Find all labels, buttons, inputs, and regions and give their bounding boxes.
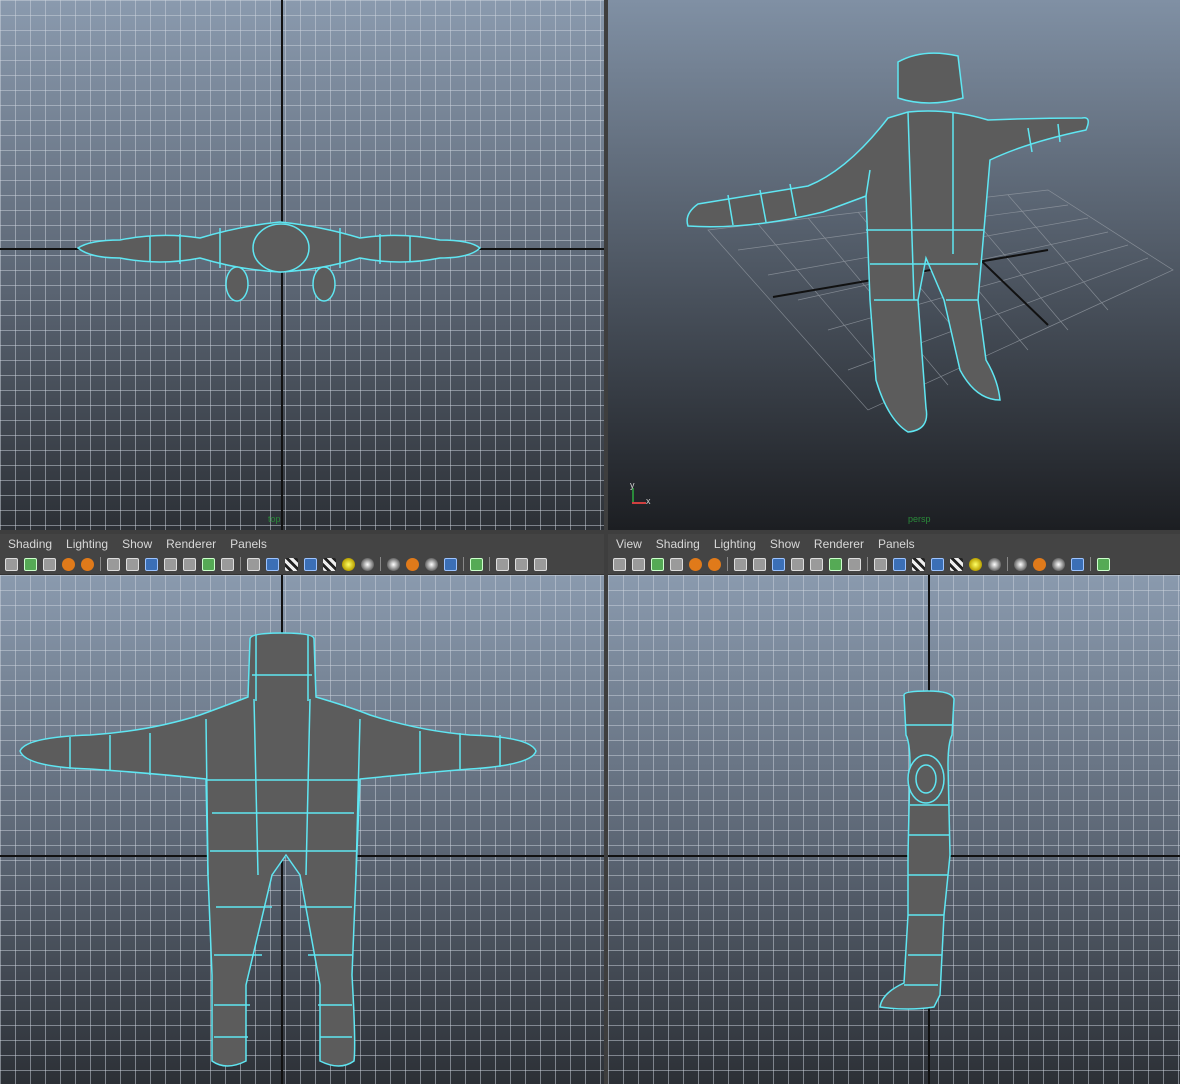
menu-lighting[interactable]: Lighting [66, 537, 108, 551]
viewport-top-panel[interactable]: top [0, 0, 604, 530]
ambient-occlusion-icon[interactable] [1052, 557, 1065, 571]
film-gate-icon[interactable] [515, 557, 528, 571]
cube-outline-icon[interactable] [304, 557, 317, 571]
camera-gate-icon[interactable] [496, 557, 509, 571]
side-view-viewport[interactable] [608, 575, 1180, 1084]
axis-x-label: x [646, 496, 651, 506]
axis-y-label: y [630, 480, 635, 490]
default-material-icon[interactable] [791, 557, 804, 571]
2d-pan-icon[interactable] [689, 557, 702, 571]
smooth-shade-icon[interactable] [145, 557, 158, 571]
grid-icon[interactable] [753, 557, 766, 571]
toolbar-separator [100, 557, 101, 571]
viewport-persp-panel[interactable]: y x persp [608, 0, 1180, 530]
menu-lighting[interactable]: Lighting [714, 537, 756, 551]
panel-divider-vertical[interactable] [604, 0, 608, 1084]
bookmark-icon[interactable] [651, 557, 664, 571]
panel-divider-horizontal[interactable] [0, 530, 1180, 534]
toolbar-separator [380, 557, 381, 571]
toolbar-separator [463, 557, 464, 571]
wire-on-shaded-icon[interactable] [912, 557, 925, 571]
menu-renderer[interactable]: Renderer [814, 537, 864, 551]
character-mesh-top[interactable] [0, 0, 604, 530]
wireframe-icon[interactable] [734, 557, 747, 571]
isolate-icon[interactable] [202, 557, 215, 571]
menu-renderer[interactable]: Renderer [166, 537, 216, 551]
panel-toolbar [608, 554, 1180, 575]
menu-show[interactable]: Show [122, 537, 152, 551]
xray-icon[interactable] [183, 557, 196, 571]
toolbar-separator [489, 557, 490, 571]
headlight-icon[interactable] [387, 557, 400, 571]
texture-icon[interactable] [221, 557, 234, 571]
camera-label: top [268, 514, 281, 524]
toolbar-separator [867, 557, 868, 571]
menu-view[interactable]: View [616, 537, 642, 551]
panel-menubar: View Shading Lighting Show Renderer Pane… [608, 534, 1180, 554]
toolbar-separator [1090, 557, 1091, 571]
default-material-icon[interactable] [164, 557, 177, 571]
select-camera-icon[interactable] [613, 557, 626, 571]
checker-icon[interactable] [950, 557, 963, 571]
shadow-icon[interactable] [1033, 557, 1046, 571]
select-icon[interactable] [470, 557, 483, 571]
camera-label: persp [908, 514, 931, 524]
smooth-shade-icon[interactable] [772, 557, 785, 571]
persp-viewport[interactable]: y x persp [608, 0, 1180, 530]
toolbar-separator [727, 557, 728, 571]
toolbar-separator [1007, 557, 1008, 571]
sphere-icon[interactable] [361, 557, 374, 571]
texture-icon[interactable] [848, 557, 861, 571]
ambient-occlusion-icon[interactable] [425, 557, 438, 571]
menu-show[interactable]: Show [770, 537, 800, 551]
character-mesh-side[interactable] [608, 575, 1180, 1084]
headlight-icon[interactable] [1014, 557, 1027, 571]
bookmark-icon[interactable] [24, 557, 37, 571]
panel-toolbar [0, 554, 604, 575]
2d-pan-icon[interactable] [62, 557, 75, 571]
wireframe-icon[interactable] [107, 557, 120, 571]
camera-attributes-icon[interactable] [5, 557, 18, 571]
character-mesh-front[interactable] [0, 575, 604, 1084]
checker-icon[interactable] [323, 557, 336, 571]
xray-icon[interactable] [810, 557, 823, 571]
image-plane-icon[interactable] [43, 557, 56, 571]
motion-blur-icon[interactable] [444, 557, 457, 571]
menu-shading[interactable]: Shading [8, 537, 52, 551]
menu-panels[interactable]: Panels [230, 537, 267, 551]
wire-on-shaded-icon[interactable] [285, 557, 298, 571]
light-icon[interactable] [969, 557, 982, 571]
menu-shading[interactable]: Shading [656, 537, 700, 551]
isolate-icon[interactable] [829, 557, 842, 571]
camera-attributes-icon[interactable] [632, 557, 645, 571]
shadow-icon[interactable] [406, 557, 419, 571]
sphere-icon[interactable] [988, 557, 1001, 571]
grease-pencil-icon[interactable] [81, 557, 94, 571]
menu-panels[interactable]: Panels [878, 537, 915, 551]
shaded-cube-icon[interactable] [893, 557, 906, 571]
grid-icon[interactable] [126, 557, 139, 571]
panel-menubar: Shading Lighting Show Renderer Panels [0, 534, 604, 554]
cube-icon[interactable] [874, 557, 887, 571]
image-plane-icon[interactable] [670, 557, 683, 571]
light-icon[interactable] [342, 557, 355, 571]
grease-pencil-icon[interactable] [708, 557, 721, 571]
motion-blur-icon[interactable] [1071, 557, 1084, 571]
viewport-side-panel[interactable]: View Shading Lighting Show Renderer Pane… [608, 534, 1180, 1084]
share-icon[interactable] [534, 557, 547, 571]
axis-gizmo: y x [628, 480, 652, 508]
select-icon[interactable] [1097, 557, 1110, 571]
perspective-grid [686, 52, 1174, 433]
top-view-viewport[interactable]: top [0, 0, 604, 530]
viewport-front-panel[interactable]: Shading Lighting Show Renderer Panels [0, 534, 604, 1084]
shaded-cube-icon[interactable] [266, 557, 279, 571]
cube-icon[interactable] [247, 557, 260, 571]
toolbar-separator [240, 557, 241, 571]
cube-outline-icon[interactable] [931, 557, 944, 571]
front-view-viewport[interactable] [0, 575, 604, 1084]
